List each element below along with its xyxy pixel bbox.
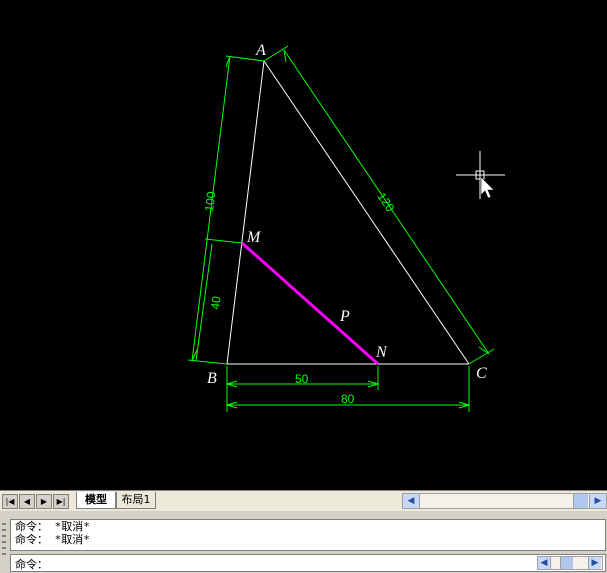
horizontal-scrollbar[interactable]: ◀ ▶ bbox=[402, 493, 607, 509]
command-prompt: 命令： bbox=[15, 558, 48, 571]
first-tab-icon[interactable]: |◀ bbox=[2, 494, 18, 509]
segment-mn[interactable] bbox=[241, 241, 379, 366]
dim-ab[interactable] bbox=[187, 55, 265, 365]
label-a: A bbox=[255, 42, 266, 59]
tab-layout1[interactable]: 布局1 bbox=[116, 492, 156, 509]
history-line: 命令： *取消* bbox=[15, 520, 90, 533]
scroll-left-icon[interactable]: ◀ bbox=[538, 557, 551, 569]
scroll-right-icon[interactable]: ▶ bbox=[589, 494, 606, 508]
scroll-thumb[interactable] bbox=[573, 494, 588, 508]
grip-icon[interactable] bbox=[2, 529, 6, 531]
command-input-row[interactable]: 命令： ◀ ▶ bbox=[10, 554, 606, 572]
layout-tab-bar: |◀ ◀ ▶ ▶| 模型 布局1 ◀ ▶ bbox=[0, 490, 607, 511]
history-line: 命令： *取消* bbox=[15, 533, 90, 546]
label-b: B bbox=[207, 370, 217, 387]
crosshair-cursor-icon bbox=[456, 151, 505, 199]
label-p: P bbox=[339, 308, 350, 325]
grip-icon[interactable] bbox=[2, 523, 6, 525]
scroll-right-icon[interactable]: ▶ bbox=[588, 557, 601, 569]
label-m: M bbox=[246, 229, 262, 246]
grip-icon[interactable] bbox=[2, 553, 6, 555]
next-tab-icon[interactable]: ▶ bbox=[36, 494, 52, 509]
edge-ac[interactable] bbox=[263, 60, 470, 365]
label-c: C bbox=[476, 365, 487, 382]
scroll-thumb[interactable] bbox=[560, 557, 573, 569]
dim-ac[interactable] bbox=[263, 45, 495, 365]
label-n: N bbox=[375, 344, 388, 361]
dim-ab-label: 100 bbox=[202, 190, 218, 212]
dim-ac-label: 120 bbox=[375, 190, 398, 215]
prev-tab-icon[interactable]: ◀ bbox=[19, 494, 35, 509]
drawing-svg[interactable]: 100 40 120 50 80 A B C M N P bbox=[0, 0, 607, 490]
grip-icon[interactable] bbox=[2, 547, 6, 549]
grip-icon[interactable] bbox=[2, 535, 6, 537]
command-scrollbar[interactable]: ◀ ▶ bbox=[537, 556, 603, 570]
grip-icon[interactable] bbox=[2, 541, 6, 543]
dim-bm-label: 40 bbox=[208, 295, 224, 310]
dim-bn-label: 50 bbox=[295, 372, 309, 386]
drawing-canvas[interactable]: 100 40 120 50 80 A B C M N P bbox=[0, 0, 607, 490]
dim-bc-label: 80 bbox=[341, 392, 355, 406]
last-tab-icon[interactable]: ▶| bbox=[53, 494, 69, 509]
edge-ab[interactable] bbox=[226, 60, 265, 365]
command-history: 命令： *取消* 命令： *取消* bbox=[10, 519, 606, 551]
scroll-left-icon[interactable]: ◀ bbox=[403, 494, 420, 508]
tab-model[interactable]: 模型 bbox=[76, 492, 116, 509]
command-window: 命令： *取消* 命令： *取消* 命令： ◀ ▶ bbox=[0, 513, 607, 573]
